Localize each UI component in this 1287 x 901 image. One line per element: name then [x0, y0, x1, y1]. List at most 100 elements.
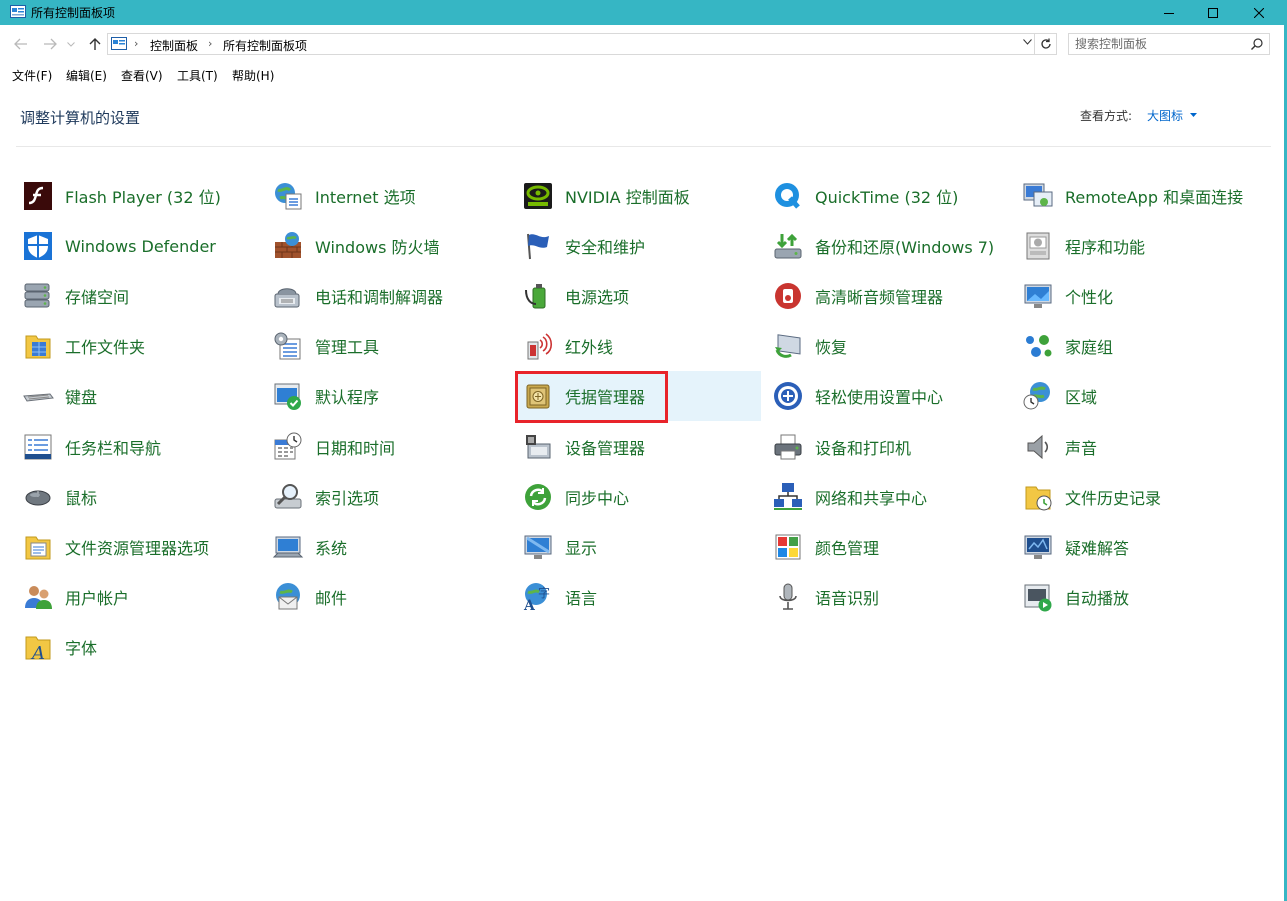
menu-view[interactable]: 查看(V): [121, 67, 163, 84]
control-panel-item[interactable]: Internet 选项: [267, 171, 511, 221]
control-panel-item[interactable]: A 字体: [17, 622, 261, 672]
control-panel-icon: [10, 5, 26, 18]
control-panel-item[interactable]: 设备管理器: [517, 422, 761, 472]
item-label: 区域: [1065, 388, 1098, 408]
control-panel-item[interactable]: 自动播放: [1017, 572, 1261, 622]
control-panel-item[interactable]: 存储空间: [17, 271, 261, 321]
control-panel-item[interactable]: Flash Player (32 位): [17, 171, 261, 221]
control-panel-item[interactable]: 显示: [517, 522, 761, 572]
title-bar: 所有控制面板项: [0, 0, 1287, 25]
control-panel-item[interactable]: Windows 防火墙: [267, 221, 511, 271]
menu-help[interactable]: 帮助(H): [232, 67, 274, 84]
chevron-down-icon[interactable]: [1023, 39, 1032, 45]
control-panel-item[interactable]: 安全和维护: [517, 221, 761, 271]
control-panel-item[interactable]: RemoteApp 和桌面连接: [1017, 171, 1261, 221]
control-panel-item[interactable]: 索引选项: [267, 472, 511, 522]
item-label: 设备管理器: [565, 438, 646, 458]
back-button[interactable]: [11, 34, 31, 54]
control-panel-item[interactable]: 键盘: [17, 371, 261, 421]
control-panel-item[interactable]: 设备和打印机: [767, 422, 1011, 472]
control-panel-item[interactable]: QuickTime (32 位): [767, 171, 1011, 221]
control-panel-item[interactable]: 区域: [1017, 371, 1261, 421]
control-panel-item[interactable]: 红外线: [517, 321, 761, 371]
control-panel-item[interactable]: 同步中心: [517, 472, 761, 522]
control-panel-item[interactable]: 疑难解答: [1017, 522, 1261, 572]
control-panel-item[interactable]: 程序和功能: [1017, 221, 1261, 271]
item-label: 存储空间: [65, 288, 130, 308]
control-panel-item[interactable]: 个性化: [1017, 271, 1261, 321]
flash-icon: [24, 182, 52, 210]
search-icon[interactable]: [1251, 38, 1263, 50]
control-panel-item[interactable]: Windows Defender: [17, 221, 261, 271]
control-panel-item[interactable]: 任务栏和导航: [17, 422, 261, 472]
close-button[interactable]: [1236, 0, 1282, 25]
control-panel-item[interactable]: 恢复: [767, 321, 1011, 371]
control-panel-item[interactable]: 文件资源管理器选项: [17, 522, 261, 572]
control-panel-item[interactable]: 网络和共享中心: [767, 472, 1011, 522]
network-icon: [774, 482, 802, 510]
minimize-button[interactable]: [1146, 0, 1192, 25]
control-panel-item[interactable]: 家庭组: [1017, 321, 1261, 371]
address-bar[interactable]: › 控制面板 › 所有控制面板项: [107, 33, 1057, 55]
control-panel-item[interactable]: 系统: [267, 522, 511, 572]
autoplay-icon: [1024, 584, 1052, 612]
item-label: 程序和功能: [1065, 238, 1146, 258]
control-panel-item[interactable]: 用户帐户: [17, 572, 261, 622]
menu-tools[interactable]: 工具(T): [177, 67, 218, 84]
firewall-icon: [275, 232, 301, 259]
view-by-label: 查看方式:: [1080, 109, 1133, 123]
forward-button[interactable]: [40, 34, 60, 54]
item-label: 语音识别: [815, 588, 880, 608]
control-panel-item[interactable]: 日期和时间: [267, 422, 511, 472]
item-label: 个性化: [1065, 288, 1114, 308]
chevron-down-icon: [67, 41, 75, 47]
minimize-icon: [1164, 12, 1174, 14]
item-label: 恢复: [815, 338, 848, 358]
phone-modem-icon: [274, 288, 300, 308]
item-label: 备份和还原(Windows 7): [815, 238, 995, 258]
control-panel-item[interactable]: A 字语言: [517, 572, 761, 622]
caret-down-icon[interactable]: [1190, 113, 1197, 117]
control-panel-item[interactable]: 电话和调制解调器: [267, 271, 511, 321]
internet-options-icon: [275, 183, 302, 210]
search-input[interactable]: [1075, 36, 1245, 52]
view-by-dropdown[interactable]: 大图标: [1147, 107, 1183, 124]
search-box[interactable]: [1068, 33, 1270, 55]
personalization-icon: [1024, 284, 1052, 309]
breadcrumb-control-panel[interactable]: 控制面板: [150, 37, 198, 54]
control-panel-item[interactable]: 邮件: [267, 572, 511, 622]
item-label: 家庭组: [1065, 338, 1114, 358]
arrow-right-icon: [44, 38, 57, 50]
control-panel-item[interactable]: 电源选项: [517, 271, 761, 321]
control-panel-item[interactable]: 工作文件夹: [17, 321, 261, 371]
menu-file[interactable]: 文件(F): [12, 67, 52, 84]
control-panel-item[interactable]: 备份和还原(Windows 7): [767, 221, 1011, 271]
control-panel-item[interactable]: NVIDIA 控制面板: [517, 171, 761, 221]
control-panel-item[interactable]: 高清晰音频管理器: [767, 271, 1011, 321]
control-panel-item[interactable]: 鼠标: [17, 472, 261, 522]
breadcrumb-all-items[interactable]: 所有控制面板项: [223, 37, 307, 54]
control-panel-item[interactable]: 声音: [1017, 422, 1261, 472]
display-icon: [524, 535, 552, 559]
control-panel-item[interactable]: 文件历史记录: [1017, 472, 1261, 522]
menu-edit[interactable]: 编辑(E): [66, 67, 107, 84]
control-panel-item[interactable]: 管理工具: [267, 321, 511, 371]
item-label: 文件历史记录: [1065, 488, 1162, 508]
recent-locations-button[interactable]: [64, 34, 78, 54]
up-button[interactable]: [85, 34, 105, 54]
highlight-box: [515, 371, 668, 423]
control-panel-item[interactable]: 语音识别: [767, 572, 1011, 622]
maximize-icon: [1208, 7, 1218, 18]
user-accounts-icon: [25, 585, 52, 609]
item-label: 显示: [565, 538, 598, 558]
refresh-button[interactable]: [1034, 34, 1056, 54]
control-panel-item[interactable]: 颜色管理: [767, 522, 1011, 572]
item-label: 文件资源管理器选项: [65, 538, 210, 558]
item-label: 任务栏和导航: [65, 438, 162, 458]
control-panel-item[interactable]: 默认程序: [267, 371, 511, 421]
maximize-button[interactable]: [1190, 0, 1236, 25]
control-panel-item[interactable]: 轻松使用设置中心: [767, 371, 1011, 421]
svg-text:A: A: [30, 643, 45, 663]
item-label: 语言: [565, 588, 598, 608]
quicktime-icon: [775, 183, 800, 209]
